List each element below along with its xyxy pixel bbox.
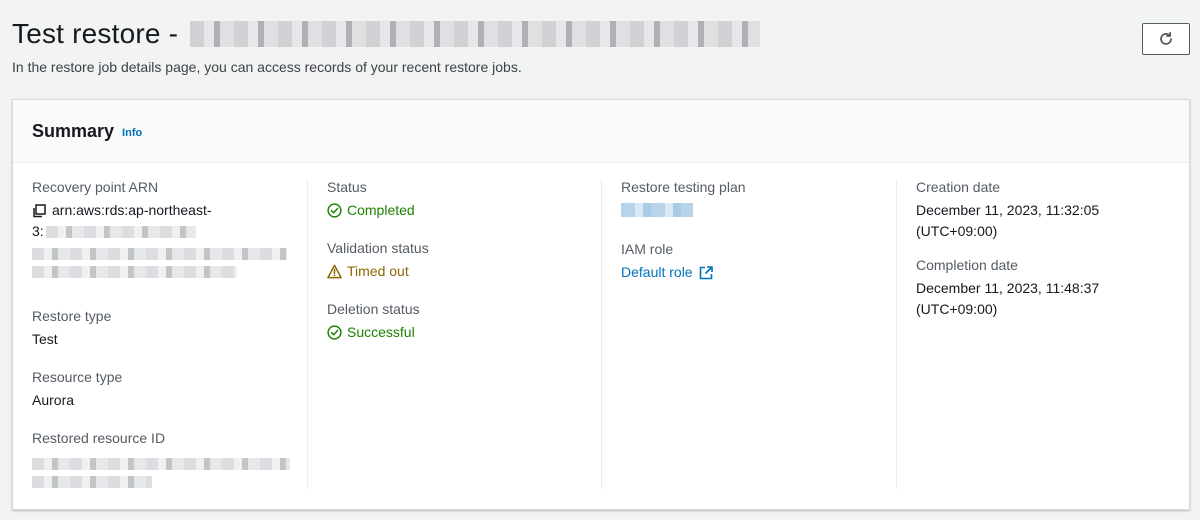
copy-icon[interactable]	[32, 203, 46, 218]
external-link-icon	[699, 265, 713, 279]
iam-role-label: IAM role	[621, 241, 674, 257]
summary-header: Summary Info	[13, 100, 1189, 163]
redacted-arn	[32, 266, 237, 278]
status-value: Completed	[327, 200, 602, 221]
validation-status-text: Timed out	[347, 263, 409, 279]
recovery-point-arn-label: Recovery point ARN	[32, 179, 159, 195]
iam-role-text: Default role	[621, 264, 693, 280]
redacted-resource-id	[32, 476, 152, 488]
recovery-point-arn-value: arn:aws:rds:ap-northeast-	[52, 202, 212, 218]
restored-resource-id-label: Restored resource ID	[32, 430, 166, 446]
check-circle-icon	[327, 203, 342, 218]
column-divider	[307, 179, 308, 489]
status-text: Completed	[347, 202, 415, 218]
page-title: Test restore -	[12, 18, 179, 49]
refresh-icon	[1160, 31, 1172, 45]
deletion-status-text: Successful	[347, 324, 415, 340]
redacted-arn	[32, 248, 287, 260]
validation-status-label: Validation status	[327, 240, 429, 256]
resource-type-value: Aurora	[32, 392, 75, 408]
column-divider	[896, 179, 897, 489]
redacted-arn	[45, 225, 196, 238]
validation-status-value: Timed out	[327, 261, 602, 282]
restore-type-value: Test	[32, 331, 58, 347]
deletion-status-label: Deletion status	[327, 301, 420, 317]
restore-type-label: Restore type	[32, 308, 112, 324]
completion-date-line1: December 11, 2023, 11:48:37	[916, 280, 1100, 296]
refresh-button[interactable]	[1142, 23, 1190, 55]
creation-date-line2: (UTC+09:00)	[916, 223, 998, 239]
creation-date-line1: December 11, 2023, 11:32:05	[916, 202, 1100, 218]
deletion-status-value: Successful	[327, 322, 602, 343]
warning-triangle-icon	[327, 264, 342, 279]
page-header: Test restore - In the restore job detail…	[12, 18, 1188, 88]
resource-type-label: Resource type	[32, 369, 123, 385]
completion-date-line2: (UTC+09:00)	[916, 301, 998, 317]
check-circle-icon	[327, 325, 342, 340]
info-link[interactable]: Info	[122, 127, 142, 139]
status-label: Status	[327, 179, 367, 195]
recovery-point-arn-line2: 3:	[32, 223, 44, 239]
completion-date-label: Completion date	[916, 257, 1018, 273]
summary-title: Summary	[32, 120, 115, 141]
column-divider	[601, 179, 602, 489]
redacted-job-id	[190, 21, 761, 47]
iam-role-link[interactable]: Default role	[621, 262, 896, 283]
summary-panel: Summary Info Recovery point ARN arn:aws:…	[12, 99, 1190, 510]
redacted-resource-id	[32, 458, 290, 470]
restore-testing-plan-label: Restore testing plan	[621, 179, 746, 195]
page-subtitle: In the restore job details page, you can…	[12, 59, 522, 75]
creation-date-label: Creation date	[916, 179, 1001, 195]
restore-testing-plan-link[interactable]	[621, 203, 693, 217]
